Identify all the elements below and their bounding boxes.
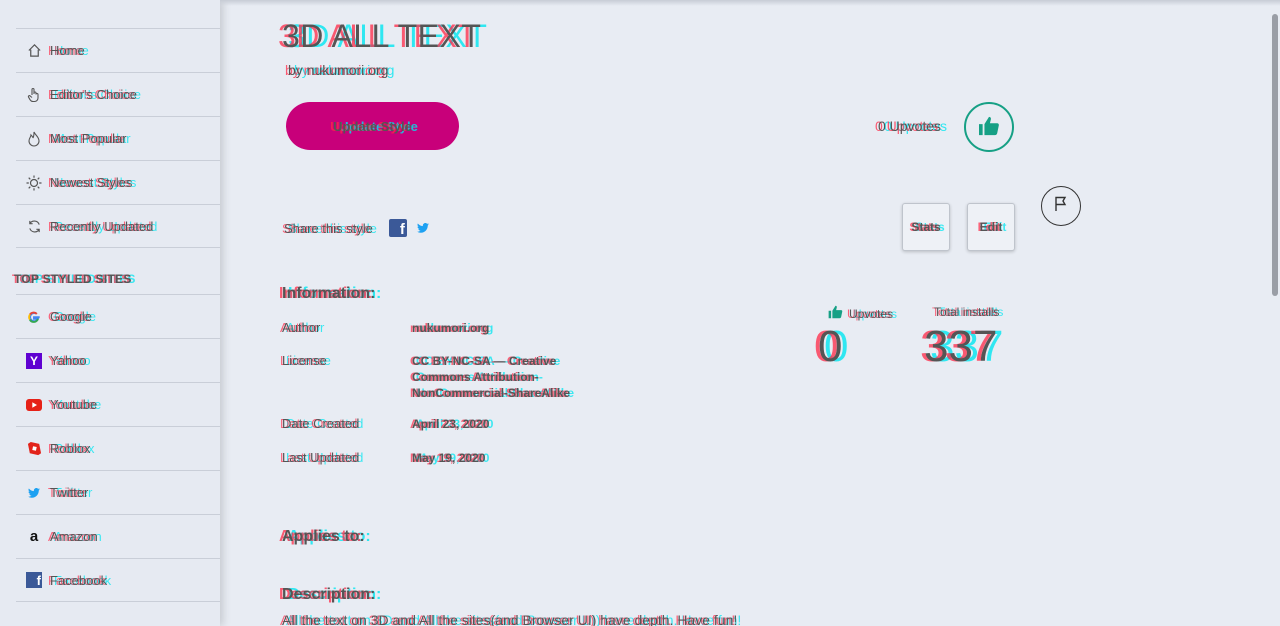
sidebar-item-label: Google — [50, 309, 92, 324]
sidebar-item-label: Editor's Choice — [50, 87, 138, 102]
info-label-date-created: Date Created — [282, 416, 360, 431]
google-icon — [26, 309, 42, 325]
sidebar-item-youtube[interactable]: Youtube — [16, 382, 220, 426]
sidebar-item-editors-choice[interactable]: Editor's Choice — [16, 72, 220, 116]
sidebar-item-yahoo[interactable]: Y Yahoo — [16, 338, 220, 382]
update-style-label: Update Style — [333, 118, 412, 134]
facebook-icon: f — [26, 572, 42, 588]
share-section: Share this style f — [284, 219, 429, 237]
twitter-share-icon[interactable] — [416, 221, 429, 236]
update-style-button[interactable]: Update Style — [286, 102, 459, 150]
sun-icon — [26, 175, 42, 191]
sidebar-item-label: Yahoo — [50, 353, 87, 368]
info-value-author[interactable]: nukumori.org — [412, 320, 592, 336]
yahoo-icon: Y — [26, 352, 42, 369]
sidebar-item-roblox[interactable]: Roblox — [16, 426, 220, 470]
top-sites-list: Google Y Yahoo Youtube Roblox Twitter a — [0, 294, 220, 602]
sidebar-item-label: Amazon — [50, 529, 98, 544]
sidebar-item-facebook[interactable]: f Facebook — [16, 558, 220, 602]
home-icon — [26, 43, 42, 59]
installs-stat-value: 337 — [924, 322, 998, 371]
information-heading: Information: — [282, 285, 376, 302]
author-link[interactable]: by nukumori.org — [288, 62, 388, 78]
sidebar-item-newest-styles[interactable]: Newest Styles — [16, 160, 220, 204]
upvotes-count: 0 Upvotes — [878, 118, 942, 134]
facebook-share-icon[interactable]: f — [388, 219, 407, 237]
sidebar-item-label: Facebook — [50, 572, 108, 588]
sidebar-item-most-popular[interactable]: Most Popular — [16, 116, 220, 160]
amazon-icon: a — [29, 528, 39, 545]
info-label-last-updated: Last Updated — [282, 450, 360, 465]
sidebar-nav: Home Editor's Choice Most Popular Newest… — [0, 28, 220, 248]
thumbs-up-icon — [828, 305, 843, 322]
top-sites-heading: TOP STYLED SITES — [14, 272, 132, 286]
info-value-last-updated: May 19, 2020 — [412, 451, 486, 465]
roblox-icon — [26, 441, 42, 457]
info-label-license: License — [282, 353, 327, 368]
sidebar-item-label: Youtube — [50, 397, 98, 412]
sidebar-item-twitter[interactable]: Twitter — [16, 470, 220, 514]
info-value-date-created: April 23, 2020 — [412, 417, 490, 431]
sidebar-item-label: Home — [50, 43, 85, 58]
like-button[interactable] — [964, 102, 1014, 152]
info-label-author: Author — [282, 320, 321, 335]
description-text: All the text on 3D and All the sites(and… — [282, 612, 738, 626]
hand-pointer-icon — [26, 87, 42, 103]
edit-button[interactable]: Edit — [967, 203, 1015, 251]
twitter-icon — [26, 485, 42, 501]
sidebar-item-google[interactable]: Google — [16, 294, 220, 338]
share-label: Share this style — [284, 220, 373, 236]
refresh-icon — [26, 218, 42, 234]
thumbs-up-icon — [978, 116, 1000, 139]
stats-button[interactable]: Stats — [902, 203, 950, 251]
sidebar-item-label: Twitter — [50, 485, 89, 500]
sidebar-item-label: Most Popular — [50, 131, 127, 146]
upvotes-stat-value: 0 — [818, 322, 843, 371]
upvotes-stat-label: Upvotes — [849, 306, 894, 321]
sidebar-item-amazon[interactable]: a Amazon — [16, 514, 220, 558]
upvotes-stat: Upvotes — [828, 305, 893, 322]
sidebar: Home Editor's Choice Most Popular Newest… — [0, 0, 220, 626]
applies-to-heading: Applies to: — [282, 528, 365, 545]
installs-stat-label: Total installs — [934, 305, 1000, 319]
page-scrollbar[interactable] — [1272, 14, 1278, 296]
youtube-icon — [26, 397, 42, 413]
sidebar-item-recently-updated[interactable]: Recently Updated — [16, 204, 220, 248]
info-value-license[interactable]: CC BY-NC-SA — Creative Commons Attributi… — [412, 353, 592, 401]
page-title: 3D ALL TEXT — [282, 18, 482, 54]
edit-label: Edit — [979, 220, 1003, 234]
flag-icon — [1054, 196, 1068, 217]
sidebar-item-label: Recently Updated — [50, 218, 154, 234]
sidebar-item-label: Newest Styles — [50, 175, 133, 190]
style-details: 3D ALL TEXT by nukumori.org Update Style… — [220, 0, 1280, 626]
sidebar-item-home[interactable]: Home — [16, 28, 220, 72]
description-heading: Description: — [282, 586, 376, 603]
stats-label: Stats — [911, 220, 941, 234]
report-button[interactable] — [1041, 186, 1081, 226]
sidebar-item-label: Roblox — [50, 441, 91, 456]
flame-icon — [26, 131, 42, 147]
